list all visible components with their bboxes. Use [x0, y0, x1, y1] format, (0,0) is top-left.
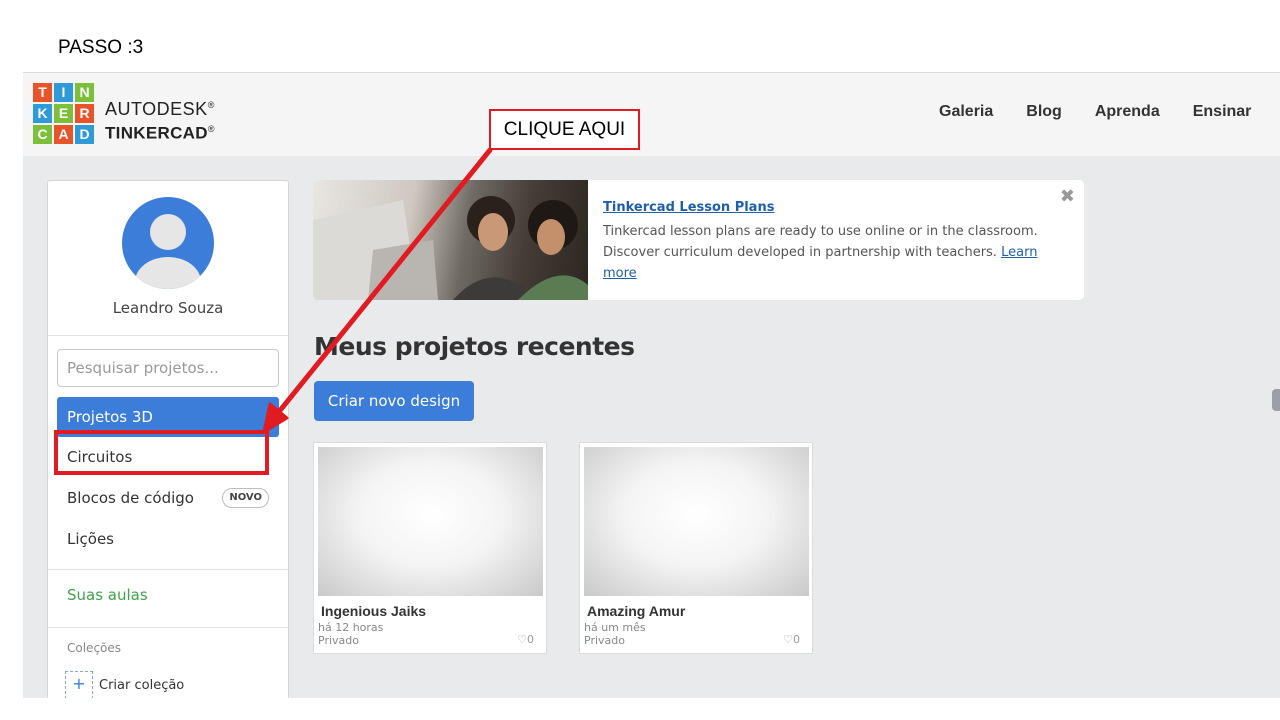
divider [48, 335, 288, 336]
project-card[interactable]: Amazing Amur há um mês Privado ♡0 [579, 442, 813, 654]
project-name[interactable]: Ingenious Jaiks [321, 603, 426, 619]
collections-label: Coleções [67, 641, 122, 655]
logo-tile: D [75, 125, 94, 144]
tinkercad-logo[interactable]: T I N K E R C A D [33, 83, 95, 145]
brand-tinkercad: TINKERCAD [105, 123, 208, 143]
callout-click-here: CLIQUE AQUI [489, 109, 640, 150]
banner-photo [313, 180, 588, 300]
step-label: PASSO :3 [58, 37, 144, 58]
sidebar-item-label: Blocos de código [67, 489, 194, 507]
project-card[interactable]: Ingenious Jaiks há 12 horas Privado ♡0 [313, 442, 547, 654]
username: Leandro Souza [112, 299, 224, 317]
create-new-design-button[interactable]: Criar novo design [314, 381, 474, 421]
brand-autodesk: AUTODESK [105, 99, 208, 119]
project-meta: há 12 horas Privado [318, 621, 383, 647]
heart-icon[interactable]: ♡0 [517, 633, 534, 646]
top-navigation: T I N K E R C A D AUTODESK® TINKERCAD® G… [23, 73, 1280, 156]
highlight-box [54, 430, 269, 475]
avatar[interactable] [122, 197, 214, 289]
avatar-head-shape [150, 214, 186, 250]
create-collection-label: Criar coleção [99, 677, 185, 693]
divider [48, 569, 288, 570]
heart-icon[interactable]: ♡0 [783, 633, 800, 646]
classes-link[interactable]: Suas aulas [67, 586, 148, 604]
new-badge: NOVO [222, 488, 269, 508]
banner-body-text: Tinkercad lesson plans are ready to use … [603, 224, 1038, 260]
project-privacy: Privado [318, 634, 359, 647]
logo-tile: A [54, 125, 73, 144]
banner-title-link[interactable]: Tinkercad Lesson Plans [603, 200, 774, 215]
logo-tile: E [54, 104, 73, 123]
banner-illustration [313, 196, 588, 300]
logo-tile: R [75, 104, 94, 123]
page-title: Meus projetos recentes [314, 332, 635, 361]
sidebar-item-label: Lições [67, 530, 114, 548]
project-name[interactable]: Amazing Amur [587, 603, 685, 619]
logo-tile: C [33, 125, 52, 144]
project-time: há 12 horas [318, 621, 384, 634]
registered-mark: ® [207, 124, 215, 134]
project-thumbnail[interactable] [584, 447, 809, 596]
search-input[interactable] [57, 349, 279, 387]
sidebar-item-blocos-de-codigo[interactable]: Blocos de código NOVO [57, 478, 279, 518]
nav-link-galeria[interactable]: Galeria [939, 103, 993, 121]
sidebar-item-label: Projetos 3D [67, 408, 153, 426]
create-collection-button[interactable]: + Criar coleção [65, 671, 184, 698]
project-privacy: Privado [584, 634, 625, 647]
logo-tile: I [54, 83, 73, 102]
nav-links: Galeria Blog Aprenda Ensinar [939, 103, 1280, 121]
close-icon[interactable]: ✖ [1060, 186, 1075, 207]
logo-tile: N [75, 83, 94, 102]
divider [48, 627, 288, 628]
plus-icon: + [65, 671, 93, 698]
project-meta: há um mês Privado [584, 621, 646, 647]
nav-link-ensinar[interactable]: Ensinar [1193, 103, 1252, 121]
side-panel-tab[interactable] [1272, 389, 1280, 411]
tinkercad-app: T I N K E R C A D AUTODESK® TINKERCAD® G… [23, 72, 1280, 698]
lesson-plans-banner: Tinkercad Lesson Plans Tinkercad lesson … [313, 180, 1084, 300]
project-time: há um mês [584, 621, 646, 634]
avatar-body-shape [135, 257, 201, 289]
brand-wordmark: AUTODESK® TINKERCAD® [105, 95, 215, 144]
logo-tile: K [33, 104, 52, 123]
sidebar-item-licoes[interactable]: Lições [57, 519, 279, 559]
logo-tile: T [33, 83, 52, 102]
project-thumbnail[interactable] [318, 447, 543, 596]
banner-description: Tinkercad lesson plans are ready to use … [603, 221, 1053, 284]
nav-link-blog[interactable]: Blog [1026, 103, 1062, 121]
nav-link-aprenda[interactable]: Aprenda [1095, 103, 1160, 121]
registered-mark: ® [207, 100, 215, 110]
